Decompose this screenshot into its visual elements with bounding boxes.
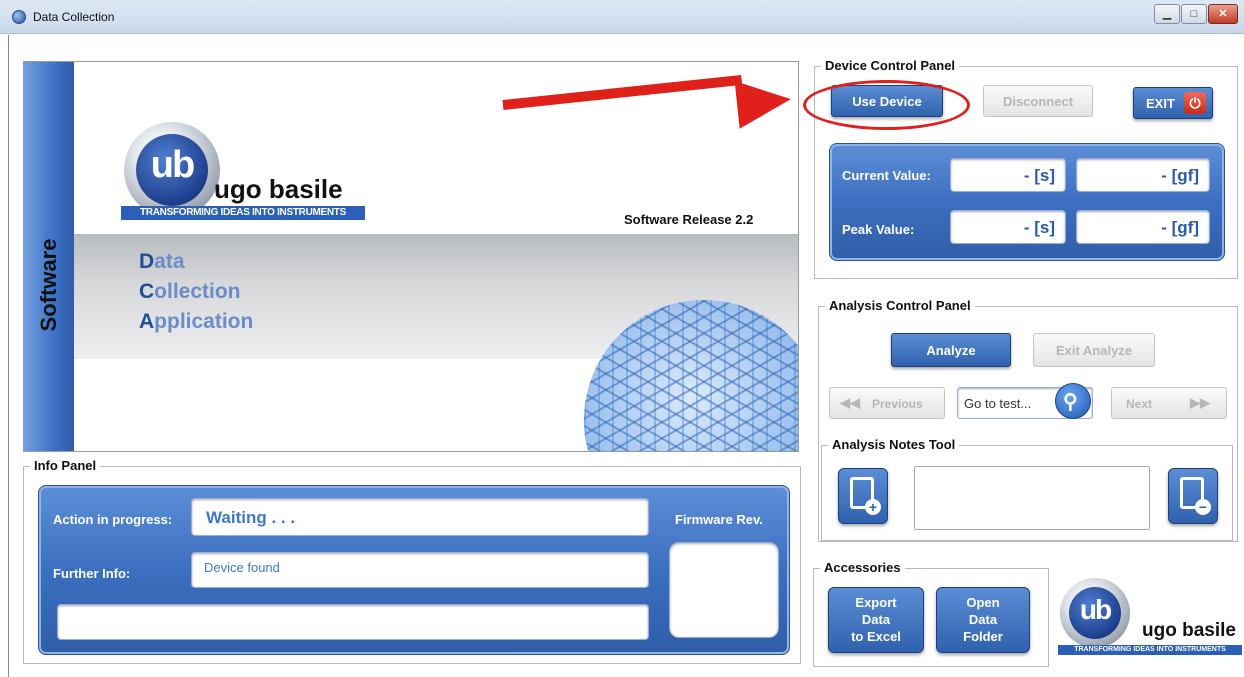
current-time-field: - [s] <box>950 158 1066 192</box>
info-values-panel: Action in progress: Waiting . . . Firmwa… <box>38 485 790 655</box>
search-button[interactable]: ⚲ <box>1055 383 1091 419</box>
peak-time-field: - [s] <box>950 210 1066 244</box>
status-message-field <box>57 604 649 640</box>
exit-button[interactable]: EXIT ⏻ <box>1133 87 1213 119</box>
ugo-basile-logo: ub <box>124 122 220 218</box>
peak-force-field: - [gf] <box>1076 210 1210 244</box>
info-panel: Info Panel Action in progress: Waiting .… <box>23 458 801 664</box>
next-button[interactable]: Next ▶▶ <box>1111 387 1227 419</box>
software-banner: Software ub ugo basile TRANSFORMING IDEA… <box>23 61 799 452</box>
add-note-button[interactable]: + <box>838 468 888 524</box>
logo-name: ugo basile <box>214 174 343 204</box>
rewind-icon: ◀◀ <box>840 395 860 410</box>
title-line-data: Data <box>139 250 185 273</box>
action-in-progress-field: Waiting . . . <box>191 498 649 536</box>
side-strip: Software <box>24 62 74 451</box>
analysis-notes-tool: Analysis Notes Tool + − <box>821 437 1233 541</box>
window-title: Data Collection <box>33 10 115 24</box>
remove-note-button[interactable]: − <box>1168 468 1218 524</box>
annotation-arrow-head <box>734 75 794 129</box>
accessories-panel: Accessories Export Data to Excel Open Da… <box>813 560 1049 667</box>
title-line-collection: Collection <box>139 280 241 303</box>
app-icon <box>12 10 26 24</box>
small-logo-mark: ub <box>1079 594 1112 625</box>
further-info-label: Further Info: <box>53 566 131 581</box>
analysis-control-panel: Analysis Control Panel Analyze Exit Anal… <box>818 298 1238 542</box>
software-release: Software Release 2.2 <box>624 212 754 227</box>
analysis-notes-tool-title: Analysis Notes Tool <box>828 437 960 452</box>
further-info-field: Device found <box>191 552 649 588</box>
export-to-excel-button[interactable]: Export Data to Excel <box>828 587 924 653</box>
close-button[interactable]: ✕ <box>1208 4 1238 24</box>
annotation-circle <box>803 80 970 130</box>
previous-button[interactable]: ◀◀ Previous <box>829 387 945 419</box>
peak-value-label: Peak Value: <box>842 222 915 237</box>
small-logo-tagline: TRANSFORMING IDEAS INTO INSTRUMENTS <box>1058 645 1242 655</box>
firmware-rev-box <box>669 542 779 638</box>
logo-tagline: TRANSFORMING IDEAS INTO INSTRUMENTS <box>121 206 365 220</box>
logo-mark: ub <box>150 144 195 186</box>
analyze-button[interactable]: Analyze <box>891 333 1011 367</box>
small-logo-name: ugo basile <box>1142 620 1236 641</box>
analysis-control-panel-title: Analysis Control Panel <box>825 298 975 313</box>
exit-analyze-button[interactable]: Exit Analyze <box>1033 333 1155 367</box>
maximize-button[interactable]: □ <box>1181 4 1207 24</box>
ugo-basile-small-logo: ub <box>1060 578 1130 648</box>
data-collection-window: Data Collection ▁ □ ✕ Software ub ugo ba… <box>0 0 1244 677</box>
disconnect-button[interactable]: Disconnect <box>983 85 1093 117</box>
info-panel-title: Info Panel <box>30 458 101 473</box>
minimize-button[interactable]: ▁ <box>1154 4 1180 24</box>
title-line-application: Application <box>139 310 254 333</box>
search-icon: ⚲ <box>1063 391 1078 413</box>
title-bar: Data Collection ▁ □ ✕ <box>0 0 1244 34</box>
accessories-title: Accessories <box>820 560 905 575</box>
fast-forward-icon: ▶▶ <box>1190 395 1210 410</box>
action-in-progress-label: Action in progress: <box>53 512 173 527</box>
notes-textbox[interactable] <box>914 466 1150 530</box>
open-data-folder-button[interactable]: Open Data Folder <box>936 587 1030 653</box>
current-force-field: - [gf] <box>1076 158 1210 192</box>
device-control-panel-title: Device Control Panel <box>821 58 960 73</box>
power-icon: ⏻ <box>1184 92 1206 114</box>
software-side-label: Software <box>36 238 61 332</box>
current-value-label: Current Value: <box>842 168 931 183</box>
device-values-panel: Current Value: - [s] - [gf] Peak Value: … <box>829 143 1225 261</box>
firmware-rev-label: Firmware Rev. <box>675 512 763 527</box>
